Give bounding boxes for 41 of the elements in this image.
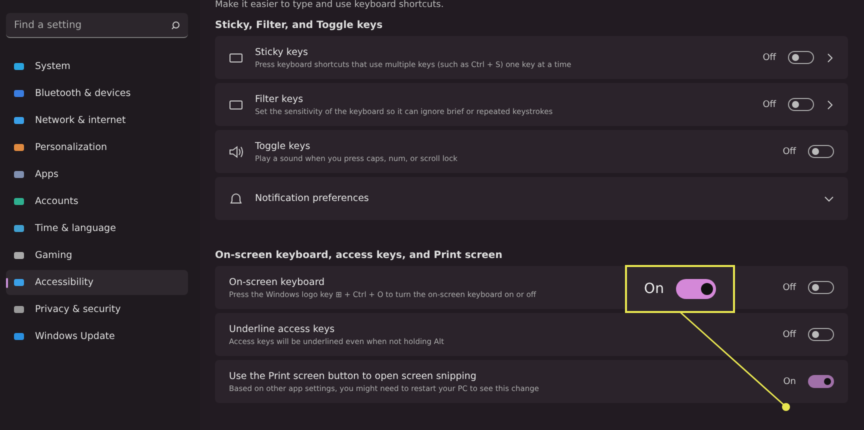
setting-title: Sticky keys	[255, 46, 308, 58]
sidebar-item[interactable]: Network & internet	[6, 108, 188, 133]
toggle-state-label: On	[783, 376, 796, 386]
selection-indicator	[6, 278, 8, 288]
sidebar-item[interactable]: System	[6, 54, 188, 79]
sidebar-item[interactable]: Bluetooth & devices	[6, 81, 188, 106]
section-heading: On-screen keyboard, access keys, and Print screen	[215, 249, 504, 263]
sidebar-item[interactable]: Privacy & security	[6, 297, 188, 322]
toggle-state-label: Off	[782, 330, 796, 340]
toggle-switch[interactable]	[808, 328, 834, 341]
toggle-state-label: Off	[762, 100, 776, 110]
toggle-switch[interactable]	[788, 51, 814, 64]
sidebar-item[interactable]: Apps	[6, 162, 188, 187]
toggle-state-label: Off	[782, 282, 796, 292]
expander-card[interactable]: Notification preferences	[215, 177, 848, 220]
sidebar-item[interactable]: Accounts	[6, 189, 188, 214]
intro-text: Make it easier to type and use keyboard shortcuts.	[215, 0, 445, 12]
section-heading: Sticky, Filter, and Toggle keys	[215, 19, 384, 33]
search-placeholder: Find a setting	[14, 20, 82, 30]
sidebar-item[interactable]: Time & language	[6, 216, 188, 241]
setting-title: On-screen keyboard	[229, 276, 325, 288]
sidebar-item[interactable]: Personalization	[6, 135, 188, 160]
setting-title: Toggle keys	[255, 140, 310, 152]
speaker-icon	[229, 146, 243, 158]
toggle-switch[interactable]	[808, 375, 834, 388]
setting-title: Use the Print screen button to open screen snipping	[229, 370, 476, 382]
bell-icon	[229, 192, 243, 204]
sidebar-item[interactable]: Gaming	[6, 243, 188, 268]
search-icon	[171, 20, 180, 30]
setting-title: Filter keys	[255, 94, 304, 104]
toggle-state-label: Off	[782, 146, 796, 156]
toggle-switch[interactable]	[808, 145, 834, 158]
setting-title: Underline access keys	[229, 324, 335, 334]
toggle-switch[interactable]	[808, 281, 834, 294]
search-field[interactable]: Find a setting	[6, 13, 188, 38]
toggle-switch[interactable]	[788, 98, 814, 111]
toggle-state-label: Off	[762, 52, 776, 62]
sidebar-item[interactable]: Windows Update	[6, 324, 188, 349]
setting-title: Notification preferences	[255, 193, 369, 204]
sidebar-item[interactable]: Accessibility	[6, 270, 188, 295]
callout-label: On	[644, 281, 664, 297]
